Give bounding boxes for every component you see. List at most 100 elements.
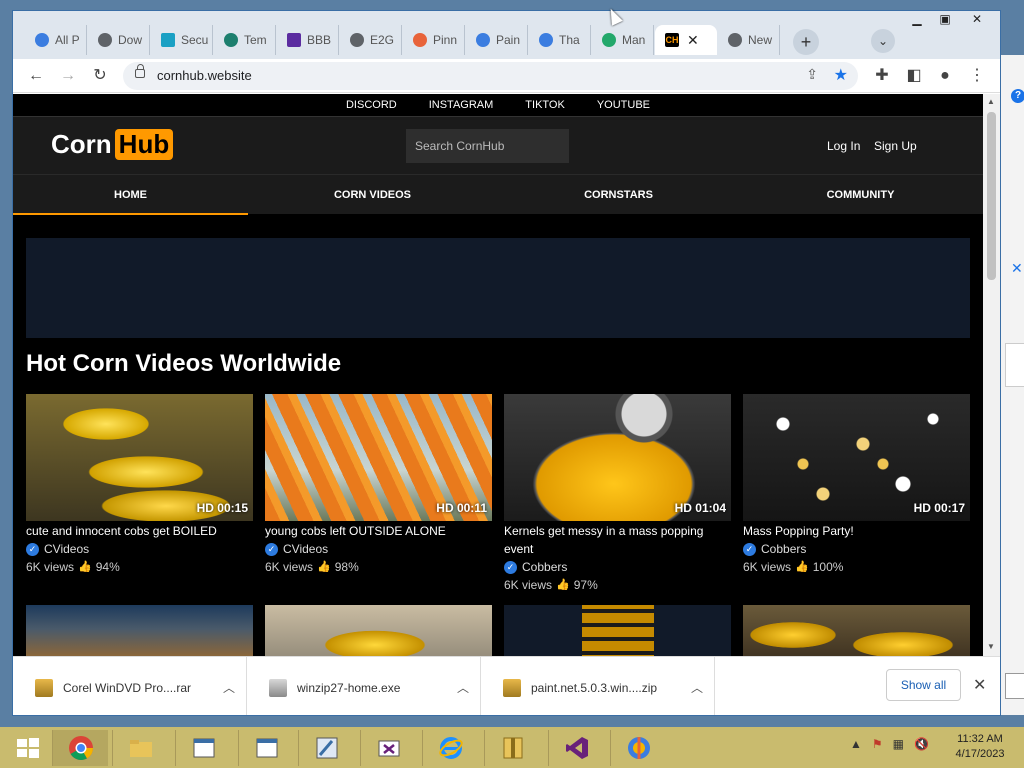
reload-icon[interactable]: ↻ [89,65,111,87]
chevron-up-icon[interactable]: ︿ [691,679,703,696]
taskbar-window[interactable] [175,730,231,766]
show-hidden-icons-icon[interactable]: ▲ [850,737,862,751]
bookmark-star-icon[interactable]: ★ [834,65,848,85]
tab[interactable]: Secu [151,25,213,55]
nav-cornstars[interactable]: CORNSTARS [501,175,736,215]
video-thumbnail[interactable]: HD 00:11 [265,394,492,521]
tab[interactable]: New [718,25,780,55]
video-card[interactable]: HD 00:17 Mass Popping Party! ✓ Cobbers 6K… [743,394,970,576]
profile-avatar[interactable]: ● [934,65,956,87]
back-icon[interactable]: ← [25,65,47,87]
taskbar-paint[interactable] [298,730,354,766]
nav-corn-videos[interactable]: CORN VIDEOS [255,175,490,215]
channel-name[interactable]: CVideos [283,540,328,558]
video-card[interactable]: HD 00:15 cute and innocent cobs get BOIL… [26,394,253,576]
close-icon[interactable]: ✕ [973,675,986,695]
share-icon[interactable]: ⇪ [806,66,818,83]
video-channel[interactable]: ✓ CVideos [26,540,253,558]
maximize-button[interactable]: ▣ [931,11,959,27]
social-link-discord[interactable]: DISCORD [330,94,413,116]
network-icon[interactable]: ▦ [893,737,904,751]
video-thumbnail[interactable] [26,605,253,656]
tab[interactable]: Dow [88,25,150,55]
close-window-button[interactable]: ✕ [963,11,991,27]
url-text[interactable]: cornhub.website [157,68,252,83]
download-filename: paint.net.5.0.3.win....zip [531,680,658,695]
taskbar-window[interactable] [238,730,294,766]
video-thumbnail[interactable]: HD 00:17 [743,394,970,521]
action-center-icon[interactable]: ⚑ [872,737,883,751]
tab[interactable]: All P [25,25,87,55]
channel-name[interactable]: CVideos [44,540,89,558]
chevron-up-icon[interactable]: ︿ [457,679,469,696]
site-logo[interactable]: Corn Hub [51,129,174,160]
channel-name[interactable]: Cobbers [761,540,806,558]
video-title[interactable]: young cobs left OUTSIDE ALONE [265,522,492,540]
video-channel[interactable]: ✓ Cobbers [743,540,970,558]
tab[interactable]: BBB [277,25,339,55]
channel-name[interactable]: Cobbers [522,558,567,576]
tab[interactable]: Pain [466,25,528,55]
address-bar[interactable]: cornhub.website ⇪ ★ [123,62,858,90]
tab-favicon-icon [602,33,616,47]
video-thumbnail[interactable]: HD 01:04 [504,394,731,521]
tab-search-icon[interactable]: ⌄ [871,29,895,53]
scroll-up-icon[interactable]: ▲ [987,97,995,106]
download-item[interactable]: winzip27-home.exe ︿ [247,657,481,715]
page-scrollbar[interactable]: ▲ ▼ [983,94,1000,656]
social-link-instagram[interactable]: INSTAGRAM [413,94,510,116]
nav-community[interactable]: COMMUNITY [743,175,978,215]
video-thumbnail[interactable]: HD 00:15 [26,394,253,521]
tab[interactable]: Man [592,25,654,55]
clock[interactable]: 11:32 AM 4/17/2023 [950,732,1010,762]
system-tray: ▲ ⚑ ▦ 🔇 [850,737,929,751]
signup-link[interactable]: Sign Up [874,139,917,153]
download-item[interactable]: Corel WinDVD Pro....rar ︿ [13,657,247,715]
social-link-tiktok[interactable]: TIKTOK [509,94,581,116]
taskbar-file-explorer[interactable] [112,730,168,766]
video-card[interactable]: HD 01:04 Kernels get messy in a mass pop… [504,394,731,594]
taskbar-archive[interactable] [484,730,540,766]
video-thumbnail[interactable] [504,605,731,656]
tab[interactable]: Tha [529,25,591,55]
tab[interactable]: Pinn [403,25,465,55]
video-title[interactable]: Mass Popping Party! [743,522,970,540]
chevron-up-icon[interactable]: ︿ [223,679,235,696]
video-title[interactable]: cute and innocent cobs get BOILED [26,522,253,540]
taskbar-visual-studio-installer[interactable] [360,730,416,766]
tab-active[interactable]: CH ✕ [655,25,717,55]
show-all-button[interactable]: Show all [886,669,961,701]
new-tab-button[interactable]: + [793,29,819,55]
minimize-button[interactable]: ▁ [903,11,931,27]
taskbar-chrome[interactable] [52,730,108,766]
menu-icon[interactable]: ⋮ [966,65,988,87]
video-thumbnail[interactable] [743,605,970,656]
view-count: 6K views [504,578,553,592]
volume-icon[interactable]: 🔇 [914,737,929,751]
search-input[interactable] [406,129,569,163]
nav-home[interactable]: HOME [13,175,248,215]
forward-icon[interactable]: → [57,65,79,87]
close-tab-icon[interactable]: ✕ [687,32,699,49]
close-icon[interactable]: ✕ [1011,260,1023,277]
video-title[interactable]: Kernels get messy in a mass popping even… [504,522,731,558]
video-channel[interactable]: ✓ CVideos [265,540,492,558]
video-thumbnail[interactable] [265,605,492,656]
extensions-icon[interactable]: ✚ [871,65,893,87]
download-item[interactable]: paint.net.5.0.3.win....zip ︿ [481,657,715,715]
login-link[interactable]: Log In [827,139,860,153]
taskbar-internet-explorer[interactable] [422,730,478,766]
video-channel[interactable]: ✓ Cobbers [504,558,731,576]
help-icon[interactable]: ? [1011,89,1024,103]
tab[interactable]: Tem [214,25,276,55]
video-card[interactable]: HD 00:11 young cobs left OUTSIDE ALONE ✓… [265,394,492,576]
scrollbar-thumb[interactable] [987,112,996,280]
side-panel-icon[interactable]: ◧ [903,65,925,87]
lock-icon[interactable] [135,64,145,78]
start-button[interactable] [0,730,56,766]
tab[interactable]: E2G [340,25,402,55]
scroll-down-icon[interactable]: ▼ [987,642,995,651]
taskbar-paint-net[interactable] [610,730,666,766]
social-link-youtube[interactable]: YOUTUBE [581,94,666,116]
taskbar-visual-studio[interactable] [548,730,604,766]
